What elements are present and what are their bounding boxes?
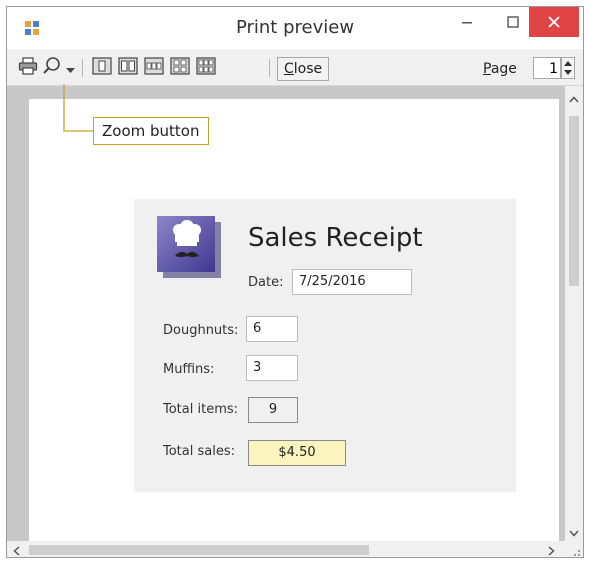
total-sales-label: Total sales: — [163, 444, 235, 459]
date-field[interactable]: 7/25/2016 — [292, 269, 412, 295]
receipt-title: Sales Receipt — [248, 223, 423, 253]
total-items-value: 9 — [248, 397, 298, 423]
chef-hat-mustache-logo — [157, 216, 221, 278]
muffins-label: Muffins: — [163, 362, 215, 377]
date-label: Date: — [248, 275, 284, 290]
doughnuts-field[interactable]: 6 — [246, 316, 298, 342]
total-sales-value: $4.50 — [248, 440, 346, 466]
sales-receipt-form: Sales Receipt Date: 7/25/2016 Doughnuts:… — [134, 199, 516, 492]
total-items-label: Total items: — [163, 402, 239, 417]
doughnuts-label: Doughnuts: — [163, 323, 239, 338]
zoom-button-callout: Zoom button — [93, 117, 209, 145]
muffins-field[interactable]: 3 — [246, 355, 298, 381]
